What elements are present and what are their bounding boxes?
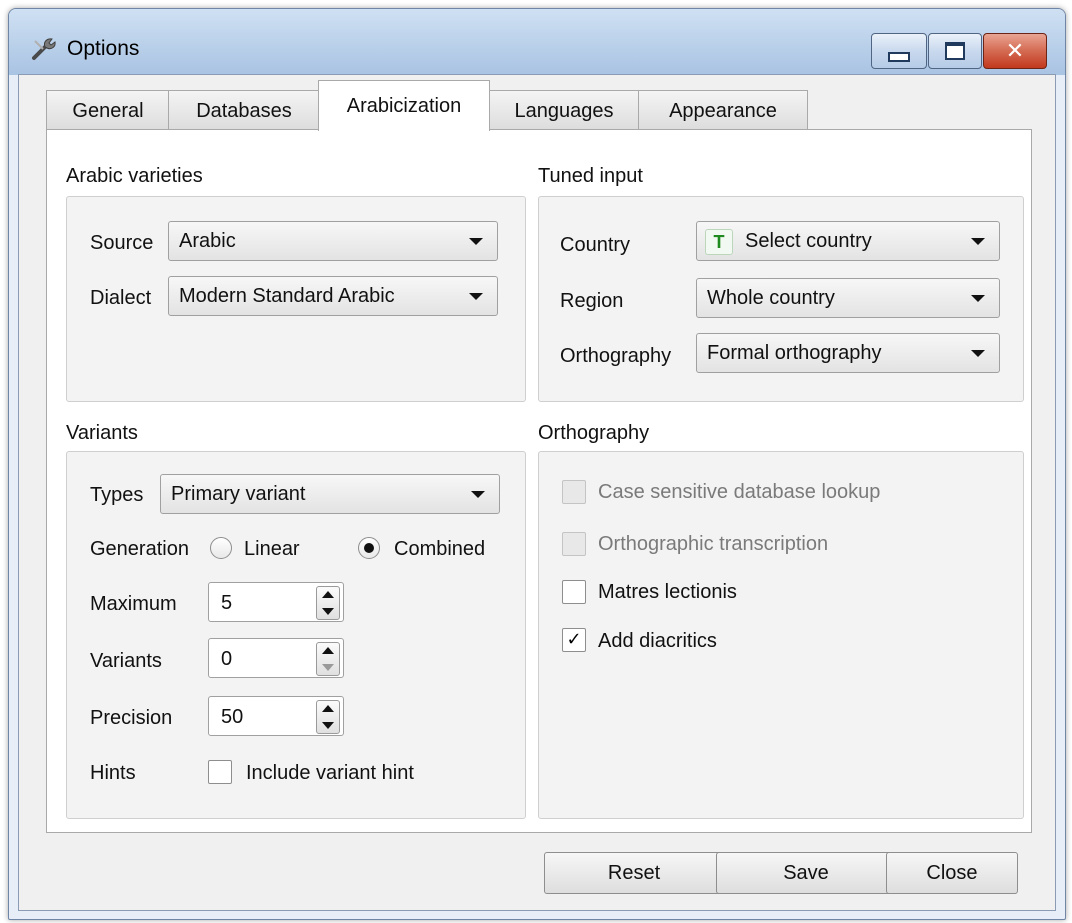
variants-spin-buttons[interactable] [316, 642, 340, 676]
spin-down-icon [322, 664, 334, 671]
add-diacritics-label: Add diacritics [598, 630, 717, 652]
tab-appearance-label: Appearance [669, 99, 777, 122]
chevron-down-icon [469, 293, 483, 300]
precision-value: 50 [221, 706, 244, 728]
include-variant-hint-label: Include variant hint [246, 762, 414, 784]
orthographic-transcription-label: Orthographic transcription [598, 533, 829, 555]
minimize-icon [888, 52, 910, 62]
window-title: Options [67, 37, 140, 60]
country-t-icon: T [705, 229, 733, 255]
maximum-spinbox[interactable]: 5 [208, 582, 344, 622]
chevron-down-icon [971, 295, 985, 302]
region-label: Region [560, 290, 624, 312]
orthography-group-title: Orthography [538, 422, 650, 444]
radio-selected-dot [364, 543, 374, 553]
chevron-down-icon [971, 350, 985, 357]
chevron-down-icon [469, 238, 483, 245]
country-label: Country [560, 234, 631, 256]
wrench-icon [32, 38, 56, 60]
orthography-combobox[interactable]: Formal orthography [696, 333, 1000, 373]
hints-label: Hints [90, 762, 136, 784]
variants-count-value: 0 [221, 648, 233, 670]
source-label: Source [90, 232, 154, 254]
maximum-value: 5 [221, 592, 233, 614]
tab-databases-label: Databases [196, 99, 292, 122]
close-button[interactable]: Close [886, 852, 1018, 894]
tab-languages[interactable]: Languages [488, 90, 640, 131]
linear-label: Linear [244, 538, 300, 560]
precision-spinbox[interactable]: 50 [208, 696, 344, 736]
variants-count-label: Variants [90, 650, 162, 672]
check-icon: ✓ [566, 629, 582, 650]
tab-languages-label: Languages [514, 99, 614, 122]
region-value: Whole country [707, 287, 835, 309]
orthographic-transcription-checkbox [562, 532, 586, 556]
matres-lectionis-label: Matres lectionis [598, 581, 737, 603]
orthography-value: Formal orthography [707, 342, 882, 364]
add-diacritics-checkbox[interactable]: ✓ [562, 628, 586, 652]
maximum-label: Maximum [90, 593, 177, 615]
source-value: Arabic [179, 230, 236, 252]
dialect-label: Dialect [90, 287, 152, 309]
case-sensitive-label: Case sensitive database lookup [598, 481, 881, 503]
spin-up-icon[interactable] [322, 705, 334, 712]
chevron-down-icon [971, 238, 985, 245]
precision-spin-buttons[interactable] [316, 700, 340, 734]
linear-radio[interactable] [210, 537, 232, 559]
types-combobox[interactable]: Primary variant [160, 474, 500, 514]
tab-general-label: General [72, 99, 144, 122]
country-combobox[interactable]: T Select country [696, 221, 1000, 261]
orthography-label: Orthography [560, 345, 672, 367]
maximize-icon [945, 42, 965, 60]
country-value: Select country [745, 230, 872, 252]
spin-down-icon[interactable] [322, 608, 334, 615]
close-window-button[interactable]: ✕ [983, 33, 1047, 69]
reset-button-label: Reset [607, 861, 661, 884]
source-combobox[interactable]: Arabic [168, 221, 498, 261]
tab-appearance[interactable]: Appearance [638, 90, 808, 131]
types-value: Primary variant [171, 483, 306, 505]
spin-up-icon[interactable] [322, 647, 334, 654]
tab-arabicization-label: Arabicization [346, 94, 462, 117]
tab-databases[interactable]: Databases [168, 90, 320, 131]
region-combobox[interactable]: Whole country [696, 278, 1000, 318]
maximize-button[interactable] [928, 33, 982, 69]
combined-label: Combined [394, 538, 486, 560]
close-icon: ✕ [1005, 38, 1025, 64]
precision-label: Precision [90, 707, 173, 729]
include-variant-hint-checkbox[interactable] [208, 760, 232, 784]
save-button[interactable]: Save [716, 852, 896, 894]
close-button-label: Close [926, 861, 978, 884]
tuned-input-title: Tuned input [538, 165, 643, 187]
variants-spinbox[interactable]: 0 [208, 638, 344, 678]
matres-lectionis-checkbox[interactable] [562, 580, 586, 604]
maximum-spin-buttons[interactable] [316, 586, 340, 620]
generation-label: Generation [90, 538, 189, 560]
case-sensitive-checkbox [562, 480, 586, 504]
chevron-down-icon [471, 491, 485, 498]
minimize-button[interactable] [871, 33, 927, 69]
spin-down-icon[interactable] [322, 722, 334, 729]
tab-general[interactable]: General [46, 90, 170, 131]
types-label: Types [90, 484, 144, 506]
combined-radio[interactable] [358, 537, 380, 559]
dialect-combobox[interactable]: Modern Standard Arabic [168, 276, 498, 316]
variants-title: Variants [66, 422, 138, 444]
arabic-varieties-title: Arabic varieties [66, 165, 203, 187]
title-bar[interactable]: Options ✕ [9, 9, 1065, 75]
reset-button[interactable]: Reset [544, 852, 724, 894]
save-button-label: Save [783, 861, 829, 884]
dialect-value: Modern Standard Arabic [179, 285, 395, 307]
spin-up-icon[interactable] [322, 591, 334, 598]
tab-arabicization[interactable]: Arabicization [318, 80, 490, 131]
